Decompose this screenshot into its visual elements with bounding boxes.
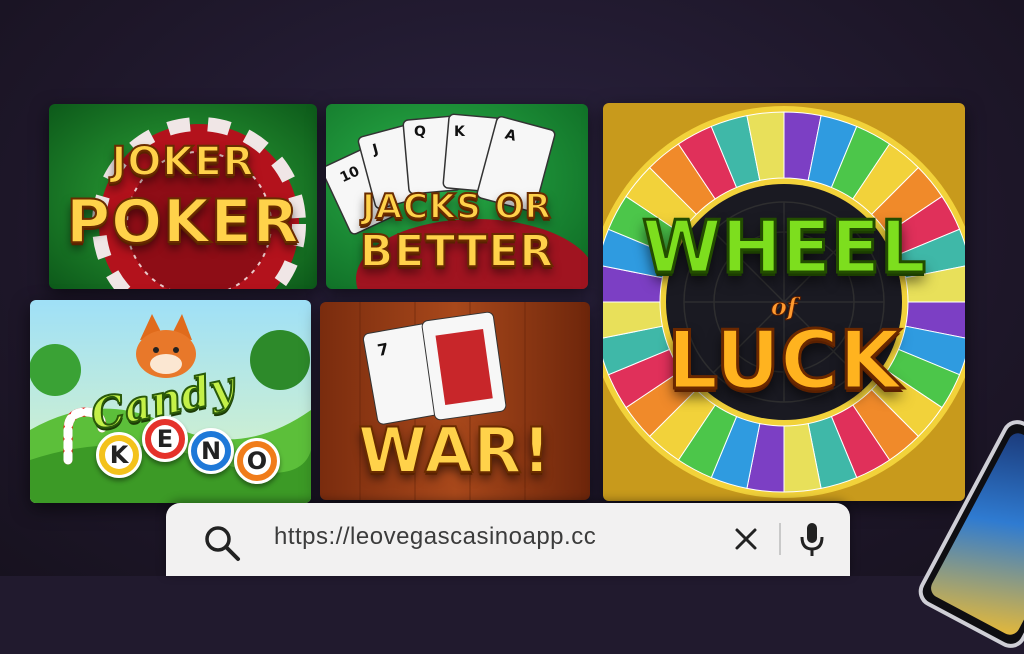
svg-text:K: K — [454, 124, 466, 140]
search-divider — [779, 523, 781, 555]
address-search-bar[interactable]: https://leovegascasinoapp.cc — [166, 503, 850, 576]
jacks-or-better-title-line1: JACKS OR — [361, 187, 552, 227]
wheel-of-luck-title-line3: LUCK — [666, 314, 903, 407]
game-tile-jacks-or-better[interactable]: 10 J Q K A JACKS OR BETTER — [326, 104, 588, 289]
close-icon[interactable] — [732, 525, 760, 553]
game-tile-joker-poker[interactable]: JOKER POKER — [49, 104, 317, 289]
keno-ball-e: E — [142, 416, 188, 462]
microphone-icon[interactable] — [798, 521, 826, 559]
joker-poker-title-line1: JOKER — [110, 139, 255, 185]
keno-ball-n: N — [188, 428, 234, 474]
wheel-of-luck-title-line1: WHEEL — [641, 205, 928, 289]
search-icon — [205, 526, 240, 561]
search-url-text[interactable]: https://leovegascasinoapp.cc — [274, 523, 596, 551]
svg-text:Q: Q — [414, 124, 426, 140]
keno-ball-o: O — [234, 438, 280, 484]
keno-ball-k: K — [96, 432, 142, 478]
joker-poker-title-line2: POKER — [65, 187, 300, 257]
war-title: WAR! — [357, 414, 552, 487]
jacks-or-better-title-line2: BETTER — [359, 226, 555, 277]
game-tile-candy-keno[interactable]: Candy K E N O — [30, 300, 311, 503]
game-tile-wheel-of-luck[interactable]: WHEEL of LUCK — [603, 103, 965, 501]
game-tile-war[interactable]: 7 WAR! — [320, 302, 590, 500]
